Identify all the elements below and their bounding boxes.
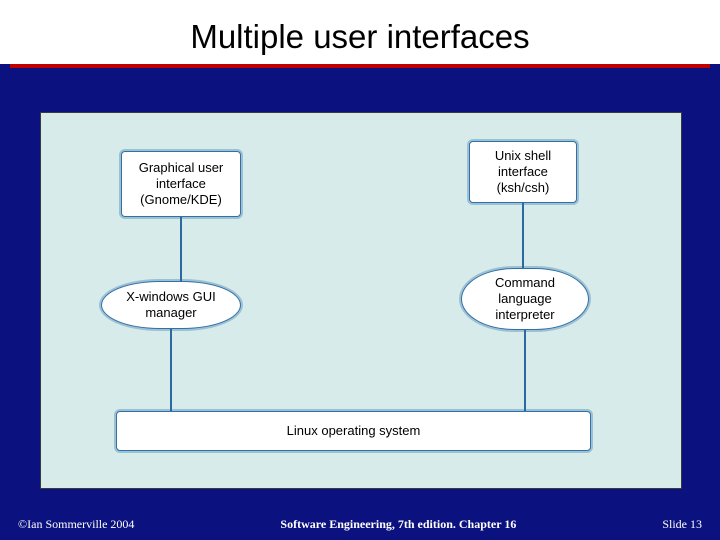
footer-copyright: ©Ian Sommerville 2004: [18, 517, 134, 532]
box-linux-os: Linux operating system: [116, 411, 591, 451]
footer-chapter: Software Engineering, 7th edition. Chapt…: [280, 517, 516, 532]
footer: ©Ian Sommerville 2004 Software Engineeri…: [0, 517, 720, 532]
connector: [522, 203, 524, 268]
box-cli: Commandlanguageinterpreter: [461, 268, 589, 330]
box-xwindows: X-windows GUImanager: [101, 281, 241, 329]
title-area: Multiple user interfaces: [0, 0, 720, 64]
connector: [170, 329, 172, 411]
connector: [180, 217, 182, 281]
box-gui: Graphical userinterface(Gnome/KDE): [121, 151, 241, 217]
title-rule: [10, 64, 710, 68]
footer-slide-number: Slide 13: [662, 517, 702, 532]
diagram-canvas: Graphical userinterface(Gnome/KDE) Unix …: [40, 112, 682, 489]
box-unix-shell: Unix shellinterface(ksh/csh): [469, 141, 577, 203]
connector: [524, 330, 526, 411]
slide-title: Multiple user interfaces: [0, 18, 720, 56]
